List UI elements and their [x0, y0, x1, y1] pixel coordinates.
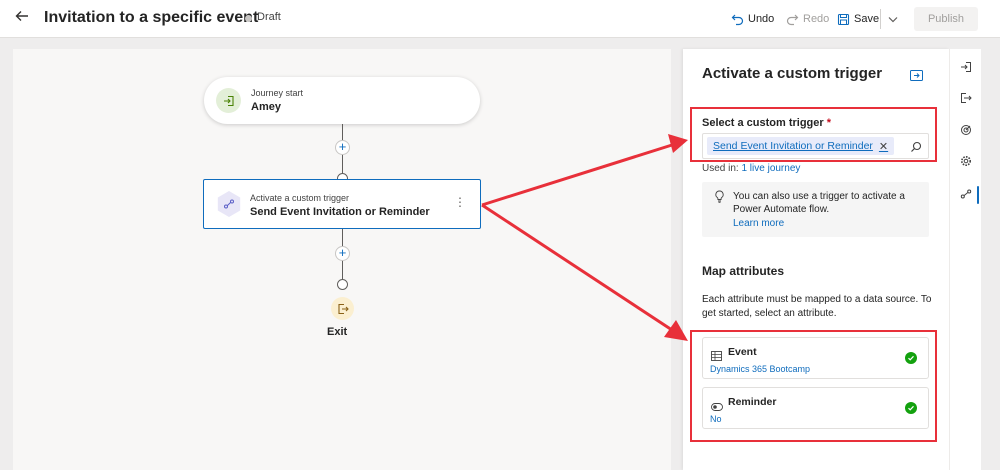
top-bar: Invitation to a specific event Draft Und… — [0, 0, 1000, 38]
custom-trigger-icon — [217, 191, 241, 217]
learn-more-link[interactable]: Learn more — [733, 218, 784, 229]
custom-trigger-name: Send Event Invitation or Reminder — [250, 206, 430, 218]
enter-icon[interactable] — [958, 59, 974, 75]
exit-icon — [331, 297, 354, 320]
publish-button[interactable]: Publish — [914, 7, 978, 31]
redo-label: Redo — [803, 13, 830, 25]
panel-title: Activate a custom trigger — [702, 65, 883, 82]
collapse-panel-icon[interactable] — [910, 68, 923, 86]
settings-icon[interactable] — [958, 153, 974, 169]
journey-start-caption: Journey start — [251, 88, 304, 98]
chevron-down-icon — [888, 17, 898, 23]
undo-button[interactable]: Undo — [731, 8, 774, 30]
more-options-icon[interactable]: ⋮ — [454, 196, 466, 208]
trigger-icon[interactable] — [958, 186, 974, 202]
save-label: Save — [854, 13, 880, 25]
redo-button[interactable]: Redo — [786, 8, 829, 30]
connector-node — [337, 279, 348, 290]
add-step-button[interactable]: + — [335, 140, 350, 155]
toolbar-divider — [880, 9, 881, 29]
highlight-box-attributes — [690, 330, 937, 442]
custom-trigger-node[interactable]: Activate a custom trigger Send Event Inv… — [203, 179, 481, 229]
map-attributes-heading: Map attributes — [702, 264, 785, 278]
status-label: Draft — [257, 11, 281, 23]
undo-icon — [731, 14, 744, 25]
highlight-box-trigger — [690, 107, 937, 162]
tip-text: You can also use a trigger to activate a… — [733, 191, 905, 215]
status-dot-icon — [245, 15, 252, 22]
lightbulb-icon — [714, 190, 725, 208]
live-journey-link[interactable]: 1 live journey — [741, 163, 800, 174]
back-arrow-icon[interactable] — [10, 6, 34, 30]
save-icon — [837, 13, 850, 25]
save-options-dropdown[interactable] — [887, 8, 899, 30]
journey-start-icon — [216, 88, 241, 113]
exit-label: Exit — [327, 326, 348, 338]
journey-start-node[interactable]: Journey start Amey — [204, 77, 480, 124]
add-step-button[interactable]: + — [335, 246, 350, 261]
journey-start-name: Amey — [251, 101, 281, 113]
page-title: Invitation to a specific event — [44, 9, 259, 26]
used-in-info: Used in: 1 live journey — [702, 163, 800, 174]
redo-icon — [786, 14, 799, 25]
used-in-prefix: Used in: — [702, 163, 739, 174]
save-button[interactable]: Save — [837, 8, 879, 30]
active-tab-indicator — [977, 186, 979, 204]
undo-label: Undo — [748, 13, 775, 25]
exit-icon[interactable] — [958, 90, 974, 106]
target-icon[interactable] — [958, 122, 974, 138]
map-attributes-description: Each attribute must be mapped to a data … — [702, 294, 932, 319]
custom-trigger-caption: Activate a custom trigger — [250, 193, 350, 203]
side-rail — [949, 49, 981, 470]
info-tip: You can also use a trigger to activate a… — [702, 182, 929, 237]
